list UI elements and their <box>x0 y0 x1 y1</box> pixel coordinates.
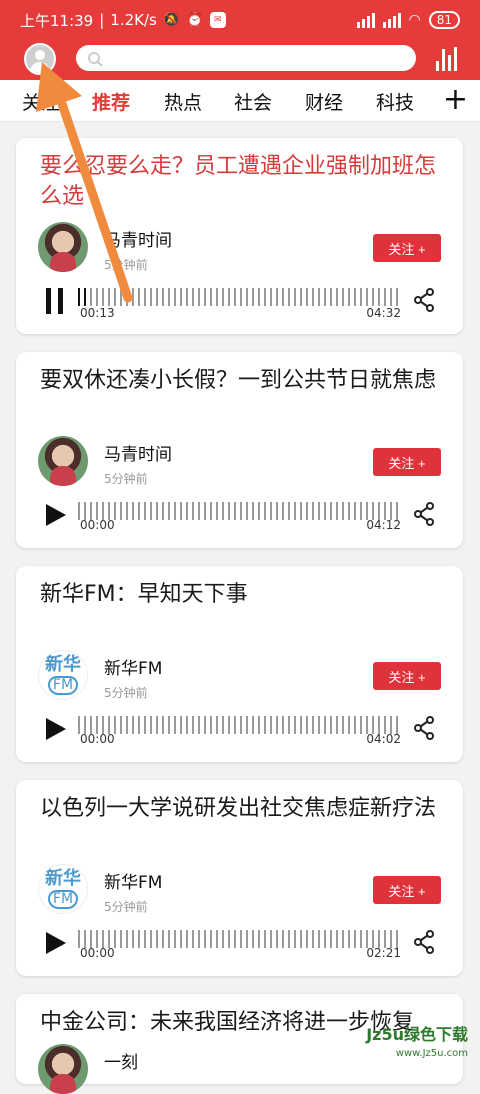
follow-button[interactable]: 关注 + <box>373 448 441 476</box>
author-avatar[interactable] <box>38 222 88 272</box>
battery-indicator: 81 <box>428 11 460 29</box>
audio-progress-waveform[interactable] <box>78 716 400 734</box>
duration: 04:02 <box>366 732 401 746</box>
follow-button[interactable]: 关注 + <box>373 234 441 262</box>
user-avatar-button[interactable] <box>24 43 56 75</box>
tab-hot[interactable]: 热点 <box>164 88 202 115</box>
author-avatar[interactable]: 新华 FM <box>38 864 88 914</box>
add-channel-button[interactable]: + <box>443 82 468 117</box>
play-button[interactable] <box>44 502 68 528</box>
tab-society[interactable]: 社会 <box>234 88 272 115</box>
card-title[interactable]: 要双休还凑小长假？一到公共节日就焦虑 <box>40 366 440 396</box>
wifi-icon: ◠ <box>408 12 421 28</box>
follow-button[interactable]: 关注 + <box>373 662 441 690</box>
ranking-icon[interactable] <box>436 45 460 71</box>
audio-progress-played <box>78 288 86 306</box>
category-tabs: 关注 推荐 热点 社会 财经 科技 + <box>0 80 480 122</box>
author-name[interactable]: 马青时间 <box>104 226 172 251</box>
tab-tech[interactable]: 科技 <box>376 88 414 115</box>
audio-progress-waveform[interactable] <box>78 502 400 520</box>
status-bar: 上午11:39 | 1.2K/s 🔕 ⏰ ✉ ◠ 81 <box>0 0 480 40</box>
author-name[interactable]: 新华FM <box>104 654 162 679</box>
watermark: Jz5u绿色下载 <box>366 1025 468 1044</box>
post-time: 5分钟前 <box>104 900 148 914</box>
duration: 02:21 <box>366 946 401 960</box>
duration: 04:12 <box>366 518 401 532</box>
audio-progress-waveform[interactable] <box>78 930 400 948</box>
share-icon[interactable] <box>413 502 435 526</box>
current-time: 00:00 <box>80 518 115 532</box>
audio-progress-waveform[interactable] <box>78 288 400 306</box>
card-title[interactable]: 以色列一大学说研发出社交焦虑症新疗法 <box>40 794 440 824</box>
follow-button[interactable]: 关注 + <box>373 876 441 904</box>
author-name[interactable]: 马青时间 <box>104 440 172 465</box>
share-icon[interactable] <box>413 716 435 740</box>
tab-finance[interactable]: 财经 <box>305 88 343 115</box>
search-row <box>0 40 480 80</box>
current-time: 00:00 <box>80 946 115 960</box>
share-icon[interactable] <box>413 288 435 312</box>
author-avatar[interactable]: 新华 FM <box>38 650 88 700</box>
mute-icon: 🔕 <box>162 12 181 28</box>
author-avatar[interactable] <box>38 1044 88 1094</box>
audio-card[interactable]: 要么忍要么走？员工遭遇企业强制加班怎么选 马青时间 5分钟前 关注 + 00:1… <box>16 138 463 334</box>
card-title[interactable]: 要么忍要么走？员工遭遇企业强制加班怎么选 <box>40 152 440 212</box>
signal-icon <box>356 12 375 28</box>
play-button[interactable] <box>44 930 68 956</box>
app-notification-icon: ✉ <box>209 12 226 28</box>
card-title[interactable]: 新华FM：早知天下事 <box>40 580 440 610</box>
post-time: 5分钟前 <box>104 472 148 486</box>
tab-recommended[interactable]: 推荐 <box>92 88 130 115</box>
app-header: 上午11:39 | 1.2K/s 🔕 ⏰ ✉ ◠ 81 <box>0 0 480 80</box>
author-name[interactable]: 新华FM <box>104 868 162 893</box>
duration: 04:32 <box>366 306 401 320</box>
pause-button[interactable] <box>44 288 68 314</box>
search-icon <box>88 52 100 64</box>
post-time: 5分钟前 <box>104 686 148 700</box>
author-name[interactable]: 一刻 <box>104 1048 138 1073</box>
watermark-url: www.Jz5u.com <box>395 1048 468 1059</box>
play-button[interactable] <box>44 716 68 742</box>
share-icon[interactable] <box>413 930 435 954</box>
current-time: 00:00 <box>80 732 115 746</box>
tab-following[interactable]: 关注 <box>22 88 60 115</box>
status-time: 上午11:39 <box>20 11 94 30</box>
network-speed: 1.2K/s <box>110 11 157 29</box>
author-avatar[interactable] <box>38 436 88 486</box>
audio-card[interactable]: 以色列一大学说研发出社交焦虑症新疗法 新华 FM 新华FM 5分钟前 关注 + … <box>16 780 463 976</box>
search-bar[interactable] <box>76 45 416 71</box>
signal-icon-2 <box>382 12 401 28</box>
audio-card[interactable]: 新华FM：早知天下事 新华 FM 新华FM 5分钟前 关注 + 00:00 04… <box>16 566 463 762</box>
post-time: 5分钟前 <box>104 258 148 272</box>
current-time: 00:13 <box>80 306 115 320</box>
search-input[interactable] <box>108 50 388 66</box>
alarm-icon: ⏰ <box>186 12 204 28</box>
audio-card[interactable]: 要双休还凑小长假？一到公共节日就焦虑 马青时间 5分钟前 关注 + 00:00 … <box>16 352 463 548</box>
